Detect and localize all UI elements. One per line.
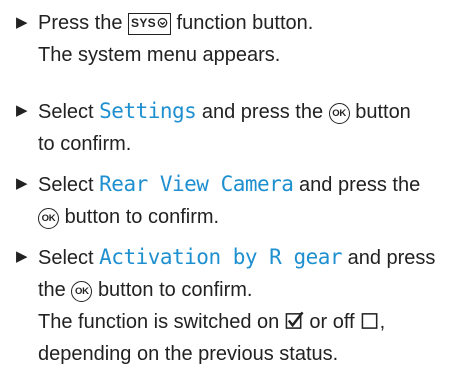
ok-button-icon: OK [38,208,59,229]
step-4: ▶ Select Activation by R gear and press … [16,241,460,370]
step-4-line-1: Select Activation by R gear and press [38,245,436,269]
menu-item-activation-by-r-gear: Activation by R gear [99,245,343,269]
checkbox-unchecked-icon [361,313,378,329]
step-2-line-1: Select Settings and press the OK button [38,99,411,124]
menu-item-settings: Settings [99,99,197,123]
bullet-arrow-icon: ▶ [16,102,28,119]
power-icon [157,17,168,28]
ok-button-icon: OK [328,103,350,124]
step-4-line-3: The function is switched on or off, [38,311,386,333]
step-1-line-2: The system menu appears. [38,44,281,66]
step-3-line-1: Select Rear View Camera and press the [38,172,421,196]
ok-button-icon: OK [71,281,93,302]
sys-function-button-icon: SYS [128,13,171,35]
step-2-line-2: to confirm. [38,133,132,155]
step-4-line-2: the OK button to confirm. [38,279,253,302]
step-2: ▶ Select Settings and press the OK butto… [16,95,460,160]
checkbox-checked-icon [285,311,304,329]
step-3-line-2: OK button to confirm. [38,201,460,233]
step-1: ▶ Press the SYS function button. The sys… [16,7,460,71]
bullet-arrow-icon: ▶ [16,175,28,192]
step-3: ▶ Select Rear View Camera and press the … [16,168,460,233]
bullet-arrow-icon: ▶ [16,14,28,31]
bullet-arrow-icon: ▶ [16,248,28,265]
step-4-line-4: depending on the previous status. [38,343,339,365]
menu-item-rear-view-camera: Rear View Camera [99,172,294,196]
step-1-line-1: Press the SYS function button. [38,12,314,35]
